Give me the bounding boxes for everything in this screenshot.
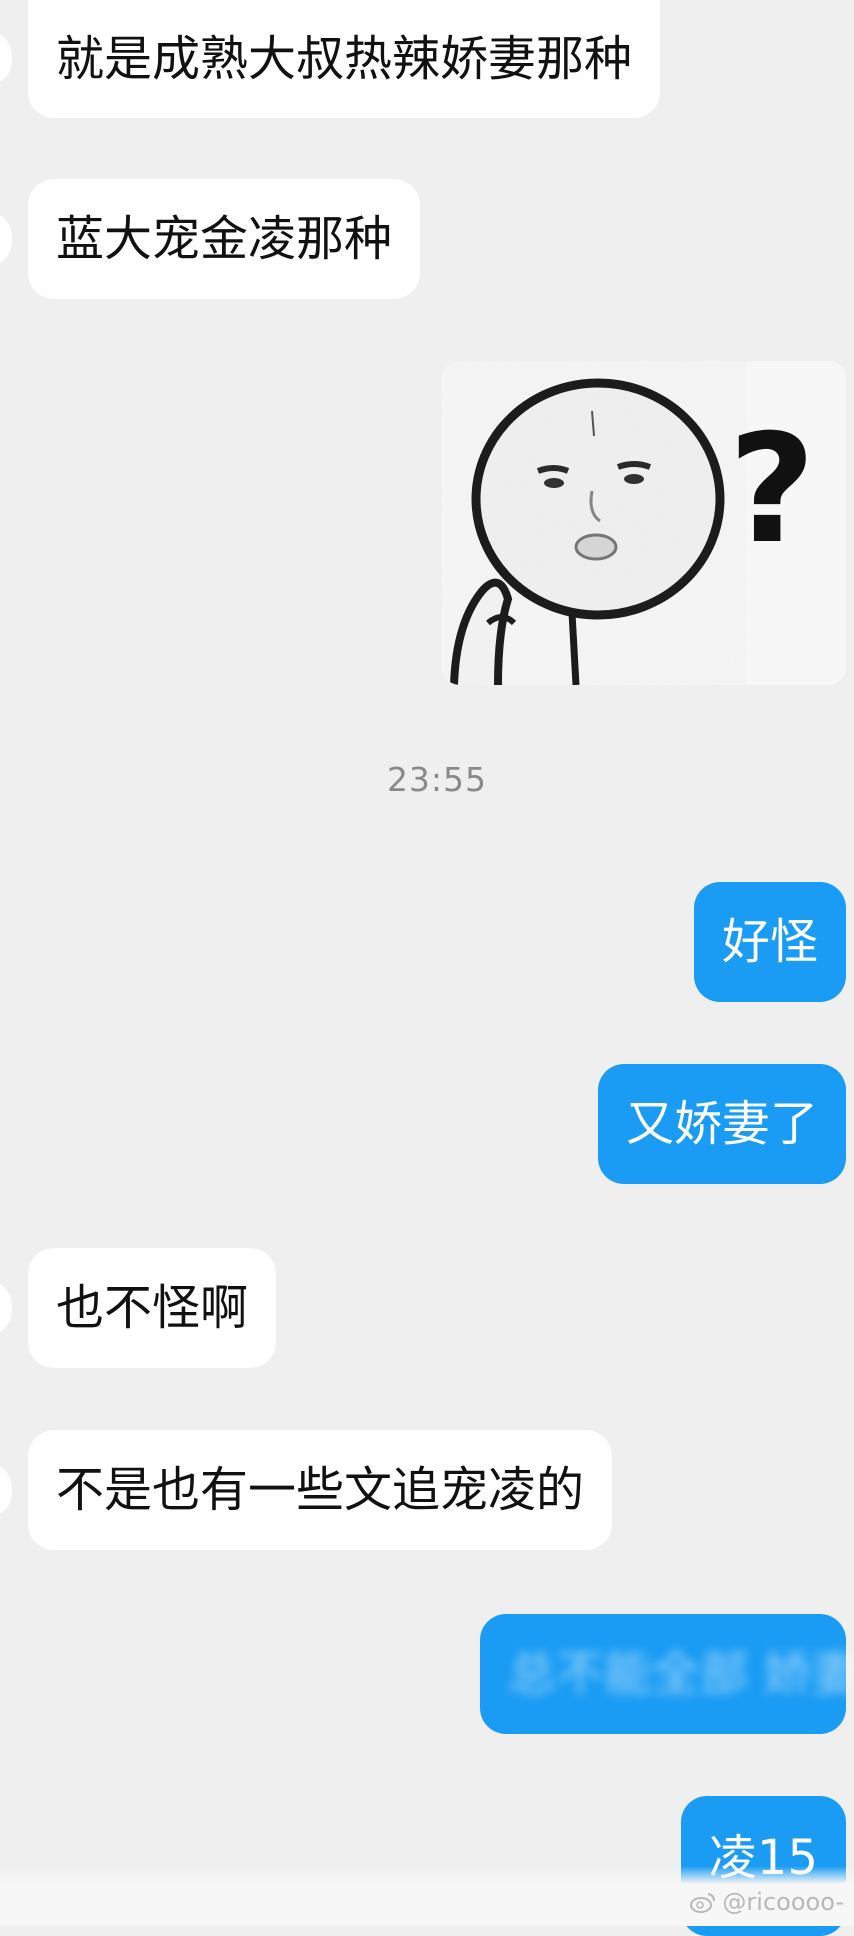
avatar[interactable] [0,1462,12,1518]
message-bubble-incoming[interactable]: 不是也有一些文追宠凌的 [28,1430,613,1550]
message-bubble-incoming[interactable]: 蓝大宠金凌那种 [28,179,421,299]
avatar[interactable] [0,30,12,86]
message-text: 就是成熟大叔热辣娇妻那种 [56,31,633,87]
message-bubble-outgoing[interactable]: 又娇妻了 [597,1064,846,1184]
message-text: 蓝大宠金凌那种 [56,211,393,267]
svg-text:?: ? [728,403,815,577]
message-text: 不是也有一些文追宠凌的 [56,1462,585,1518]
weibo-logo-icon [690,1893,716,1913]
message-bubble-outgoing[interactable]: 好怪 [693,882,846,1002]
sticker-image[interactable]: ? [442,361,846,685]
avatar[interactable] [0,1280,12,1336]
message-bubble-outgoing-censored[interactable]: 总不能全部 娇妻 [480,1614,854,1734]
message-text: 又娇妻了 [625,1096,818,1152]
message-text-blurred: 总不能全部 娇妻 [508,1646,854,1702]
watermark: @ricoooo- [690,1888,844,1916]
message-text: 也不怪啊 [56,1280,249,1336]
message-bubble-incoming[interactable]: 也不怪啊 [28,1248,277,1368]
message-text: 好怪 [721,914,818,970]
watermark-text: @ricoooo- [722,1888,844,1916]
confused-face-sticker-icon: ? [442,361,846,685]
avatar[interactable] [0,211,12,267]
timestamp: 23:55 [386,760,488,799]
message-bubble-incoming[interactable]: 就是成熟大叔热辣娇妻那种 [28,0,661,118]
